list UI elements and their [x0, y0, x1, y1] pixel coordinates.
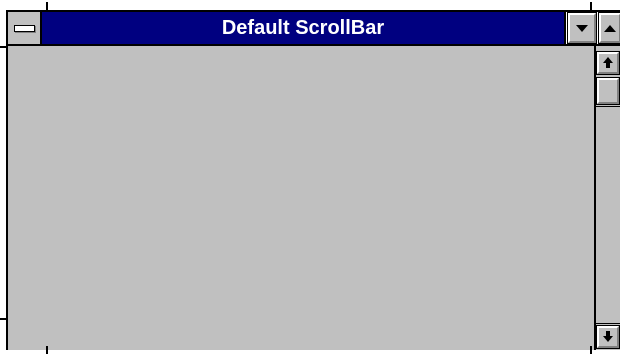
window-title: Default ScrollBar — [42, 12, 566, 44]
frame-tick — [590, 346, 592, 354]
scroll-thumb[interactable] — [596, 77, 620, 105]
client-area — [8, 46, 594, 350]
frame-tick — [590, 2, 592, 10]
scroll-track[interactable] — [596, 106, 620, 324]
minimize-icon — [576, 24, 588, 32]
vertical-scrollbar[interactable] — [594, 46, 620, 350]
system-menu-icon — [14, 25, 35, 32]
scroll-down-button[interactable] — [596, 325, 620, 349]
title-bar[interactable]: Default ScrollBar — [8, 12, 620, 46]
frame-tick — [46, 2, 48, 10]
arrow-up-icon — [603, 57, 613, 69]
frame-tick — [0, 318, 8, 320]
system-menu-button[interactable] — [8, 12, 42, 44]
maximize-button[interactable] — [598, 12, 620, 44]
maximize-icon — [604, 24, 616, 32]
minimize-button[interactable] — [567, 12, 597, 44]
scroll-up-button[interactable] — [596, 51, 620, 75]
app-window: Default ScrollBar — [6, 10, 620, 350]
frame-tick — [0, 46, 8, 48]
frame-tick — [46, 346, 48, 354]
arrow-down-icon — [603, 331, 613, 343]
